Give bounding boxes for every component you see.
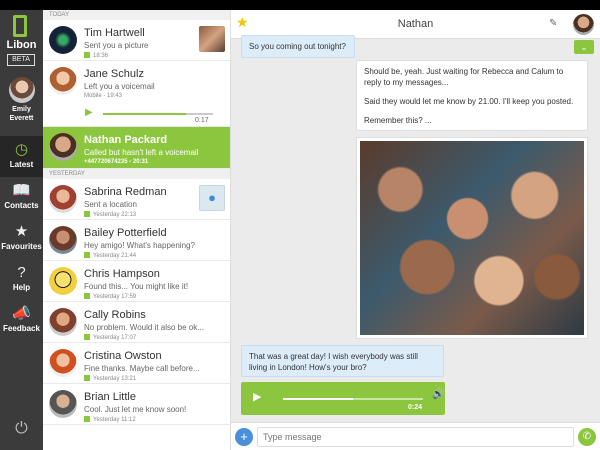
audio-progress[interactable] <box>283 398 423 400</box>
libon-icon <box>84 211 90 217</box>
voicemail-player: ▶ 0.17 <box>43 102 230 127</box>
profile[interactable]: Emily Everett <box>0 77 43 132</box>
chat-pane: ★ Nathan ✎ ⌄ So you coming out tonight? … <box>231 10 600 450</box>
avatar <box>49 226 77 254</box>
sidebar: Libon BETA Emily Everett ◷ Latest 📖 Conta… <box>0 10 43 450</box>
question-icon: ? <box>17 264 26 281</box>
avatar <box>49 26 77 54</box>
libon-icon <box>84 293 90 299</box>
scroll-down-icon[interactable]: ⌄ <box>574 40 594 54</box>
star-icon: ★ <box>14 223 29 240</box>
nav-favourites[interactable]: ★ Favourites <box>0 218 43 259</box>
message-incoming: So you coming out tonight? <box>241 35 355 58</box>
nav-latest[interactable]: ◷ Latest <box>0 136 43 177</box>
libon-icon <box>84 416 90 422</box>
status-bar <box>0 0 600 10</box>
libon-logo: Libon BETA <box>3 15 40 75</box>
group-photo <box>360 141 584 335</box>
audio-message-player: ▶ 0:24 🔊 <box>241 382 445 415</box>
map-pin-icon[interactable]: ● <box>199 185 225 211</box>
book-icon: 📖 <box>12 182 31 199</box>
avatar <box>49 267 77 295</box>
avatar <box>49 133 77 161</box>
section-today: TODAY <box>43 10 230 20</box>
megaphone-icon: 📣 <box>12 305 31 322</box>
avatar <box>8 77 35 103</box>
edit-icon[interactable]: ✎ <box>549 18 557 29</box>
list-item[interactable]: Cally Robins No problem. Would it also b… <box>43 302 230 343</box>
nav-help[interactable]: ? Help <box>0 259 43 300</box>
play-icon[interactable]: ▶ <box>85 107 93 118</box>
nav-contacts[interactable]: 📖 Contacts <box>0 177 43 218</box>
chat-contact-name: Nathan <box>397 18 434 30</box>
list-item[interactable]: Sabrina Redman Sent a location Yesterday… <box>43 179 230 220</box>
list-item[interactable]: Cristina Owston Fine thanks. Maybe call … <box>43 343 230 384</box>
libon-icon <box>84 375 90 381</box>
contact-avatar[interactable] <box>573 14 594 35</box>
list-item[interactable]: Tim Hartwell Sent you a picture 18:36 <box>43 20 230 61</box>
shared-photo[interactable] <box>356 137 588 339</box>
libon-icon <box>84 334 90 340</box>
conversation-list: TODAY Tim Hartwell Sent you a picture 18… <box>43 10 231 450</box>
avatar <box>49 349 77 377</box>
clock-icon: ◷ <box>14 141 29 158</box>
power-icon[interactable]: ⏻ <box>0 420 43 438</box>
message-input[interactable] <box>257 427 574 447</box>
voicemail-progress[interactable] <box>103 113 213 115</box>
app-window: Libon BETA Emily Everett ◷ Latest 📖 Conta… <box>0 10 600 450</box>
call-button[interactable]: ✆ <box>578 428 596 446</box>
beta-badge: BETA <box>7 54 35 66</box>
compose-bar: + ✆ <box>231 422 600 450</box>
list-item[interactable]: Bailey Potterfield Hey amigo! What's hap… <box>43 220 230 261</box>
list-item[interactable]: Brian Little Cool. Just let me know soon… <box>43 384 230 425</box>
profile-name: Emily Everett <box>9 106 34 122</box>
avatar <box>49 390 77 418</box>
play-icon[interactable]: ▶ <box>253 390 261 403</box>
volume-icon[interactable]: 🔊 <box>432 389 444 400</box>
avatar <box>49 67 77 95</box>
add-attachment-button[interactable]: + <box>235 428 253 446</box>
message-incoming: That was a great day! I wish everybody w… <box>241 345 444 377</box>
nav-feedback[interactable]: 📣 Feedback <box>0 300 43 341</box>
libon-icon <box>84 252 90 258</box>
libon-icon <box>84 52 90 58</box>
list-item[interactable]: Jane Schulz Left you a voicemail Mobile … <box>43 61 230 102</box>
picture-thumbnail[interactable] <box>199 26 225 52</box>
avatar <box>49 308 77 336</box>
avatar <box>49 185 77 213</box>
list-item[interactable]: Chris Hampson Found this... You might li… <box>43 261 230 302</box>
list-item-selected[interactable]: Nathan Packard Called but hasn't left a … <box>43 127 230 169</box>
message-outgoing: Should be, yeah. Just waiting for Rebecc… <box>356 60 588 131</box>
section-yesterday: YESTERDAY <box>43 169 230 179</box>
